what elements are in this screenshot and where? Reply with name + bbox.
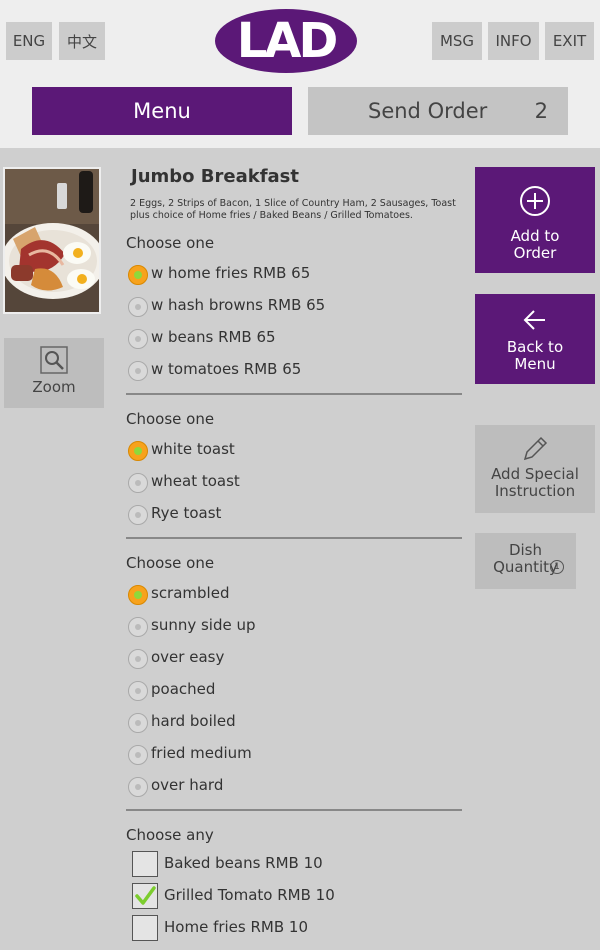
egg-option[interactable]: poached: [126, 678, 462, 710]
egg-option[interactable]: over easy: [126, 646, 462, 678]
plus-circle-icon: [520, 186, 550, 216]
quantity-badge: 1: [550, 560, 564, 574]
add-special-instruction-button[interactable]: Add Special Instruction: [475, 425, 595, 513]
side-option[interactable]: w hash browns RMB 65: [126, 294, 462, 326]
egg-option[interactable]: scrambled: [126, 582, 462, 614]
side-option[interactable]: w tomatoes RMB 65: [126, 358, 462, 390]
radio-selected[interactable]: [128, 585, 148, 605]
option-label: hard boiled: [151, 712, 236, 730]
add-to-order-label: Add to Order: [510, 227, 560, 262]
zoom-button[interactable]: Zoom: [4, 338, 104, 408]
option-group-label: Choose one: [126, 410, 215, 428]
option-label: fried medium: [151, 744, 252, 762]
language-english-button[interactable]: ENG: [6, 22, 52, 60]
option-label: sunny side up: [151, 616, 256, 634]
checkmark-icon: [135, 886, 156, 905]
option-label: Baked beans RMB 10: [164, 854, 323, 872]
option-label: w tomatoes RMB 65: [151, 360, 302, 378]
egg-option[interactable]: hard boiled: [126, 710, 462, 742]
radio-unselected[interactable]: [128, 649, 148, 669]
option-label: over easy: [151, 648, 225, 666]
option-label: poached: [151, 680, 216, 698]
radio-unselected[interactable]: [128, 681, 148, 701]
send-order-label: Send Order: [368, 99, 488, 123]
option-label: Home fries RMB 10: [164, 918, 309, 936]
checkbox-unchecked[interactable]: [132, 851, 158, 877]
extra-option[interactable]: Grilled Tomato RMB 10: [126, 883, 462, 918]
dish-options: Choose one w home fries RMB 65 w hash br…: [126, 230, 462, 950]
back-to-menu-button[interactable]: Back to Menu: [475, 294, 595, 384]
radio-unselected[interactable]: [128, 329, 148, 349]
back-to-menu-label: Back to Menu: [506, 338, 564, 373]
top-bar: ENG 中文 LAD MSG INFO EXIT Menu Send Order…: [0, 0, 600, 148]
menu-tab[interactable]: Menu: [32, 87, 292, 135]
dish-photo[interactable]: [3, 167, 101, 314]
info-button[interactable]: INFO: [488, 22, 539, 60]
option-label: wheat toast: [151, 472, 240, 490]
radio-selected[interactable]: [128, 441, 148, 461]
group-divider: [126, 809, 462, 811]
option-label: Grilled Tomato RMB 10: [164, 886, 335, 904]
radio-unselected[interactable]: [128, 713, 148, 733]
toast-option[interactable]: Rye toast: [126, 502, 462, 534]
zoom-icon: [40, 346, 68, 374]
option-group-label: Choose any: [126, 826, 214, 844]
radio-unselected[interactable]: [128, 505, 148, 525]
option-group-label: Choose one: [126, 554, 215, 572]
exit-button[interactable]: EXIT: [545, 22, 594, 60]
dish-quantity-button[interactable]: Dish Quantity 1: [475, 533, 576, 589]
breakfast-plate-image: [5, 169, 99, 312]
radio-unselected[interactable]: [128, 473, 148, 493]
radio-unselected[interactable]: [128, 745, 148, 765]
order-count-badge: 2: [534, 99, 548, 123]
radio-selected[interactable]: [128, 265, 148, 285]
radio-unselected[interactable]: [128, 617, 148, 637]
egg-option[interactable]: sunny side up: [126, 614, 462, 646]
radio-unselected[interactable]: [128, 297, 148, 317]
radio-unselected[interactable]: [128, 777, 148, 797]
option-group-label: Choose one: [126, 234, 215, 252]
side-option[interactable]: w home fries RMB 65: [126, 262, 462, 294]
special-instruction-label: Add Special Instruction: [491, 465, 579, 500]
egg-option[interactable]: over hard: [126, 774, 462, 806]
checkbox-unchecked[interactable]: [132, 915, 158, 941]
toast-option[interactable]: wheat toast: [126, 470, 462, 502]
send-order-tab[interactable]: Send Order 2: [308, 87, 568, 135]
option-label: white toast: [151, 440, 235, 458]
checkbox-checked[interactable]: [132, 883, 158, 909]
dish-title: Jumbo Breakfast: [131, 166, 300, 187]
pencil-icon: [523, 436, 548, 461]
toast-option[interactable]: white toast: [126, 438, 462, 470]
egg-option[interactable]: fried medium: [126, 742, 462, 774]
option-label: scrambled: [151, 584, 230, 602]
group-divider: [126, 393, 462, 395]
add-to-order-button[interactable]: Add to Order: [475, 167, 595, 273]
lad-logo: LAD: [215, 9, 357, 73]
side-option[interactable]: w beans RMB 65: [126, 326, 462, 358]
arrow-left-icon: [523, 310, 545, 330]
msg-button[interactable]: MSG: [432, 22, 482, 60]
option-label: Rye toast: [151, 504, 222, 522]
extra-option[interactable]: Baked beans RMB 10: [126, 851, 462, 886]
dish-description: 2 Eggs, 2 Strips of Bacon, 1 Slice of Co…: [130, 198, 456, 221]
option-label: w beans RMB 65: [151, 328, 276, 346]
zoom-label: Zoom: [32, 378, 76, 396]
option-label: w home fries RMB 65: [151, 264, 311, 282]
option-label: w hash browns RMB 65: [151, 296, 326, 314]
logo-text: LAD: [237, 13, 337, 69]
radio-unselected[interactable]: [128, 361, 148, 381]
language-chinese-button[interactable]: 中文: [59, 22, 105, 60]
option-label: over hard: [151, 776, 224, 794]
group-divider: [126, 537, 462, 539]
extra-option[interactable]: Home fries RMB 10: [126, 915, 462, 950]
